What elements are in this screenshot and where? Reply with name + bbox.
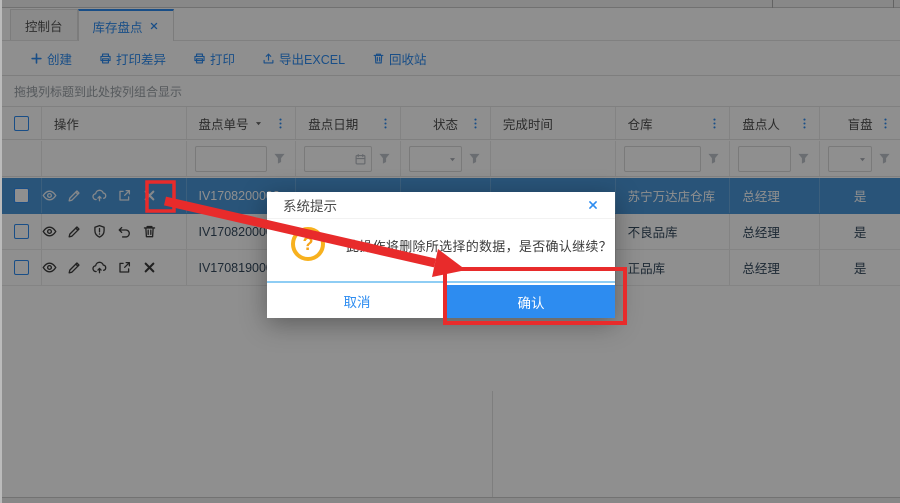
dialog-close-icon[interactable]	[587, 199, 599, 211]
dialog-titlebar: 系统提示	[267, 192, 615, 219]
question-icon: ?	[291, 227, 325, 261]
confirm-button[interactable]: 确认	[447, 283, 615, 318]
cancel-button[interactable]: 取消	[267, 283, 447, 318]
app-window: 控制台库存盘点 创建打印差异打印导出EXCEL回收站 拖拽列标题到此处按列组合显…	[0, 0, 900, 503]
dialog-body: ? 此操作将删除所选择的数据，是否确认继续？	[267, 219, 615, 280]
dialog-footer: 取消 确认	[267, 281, 615, 318]
dialog-title: 系统提示	[283, 195, 337, 215]
confirm-dialog: 系统提示 ? 此操作将删除所选择的数据，是否确认继续？ 取消 确认	[267, 192, 615, 318]
dialog-message: 此操作将删除所选择的数据，是否确认继续？	[346, 236, 612, 255]
